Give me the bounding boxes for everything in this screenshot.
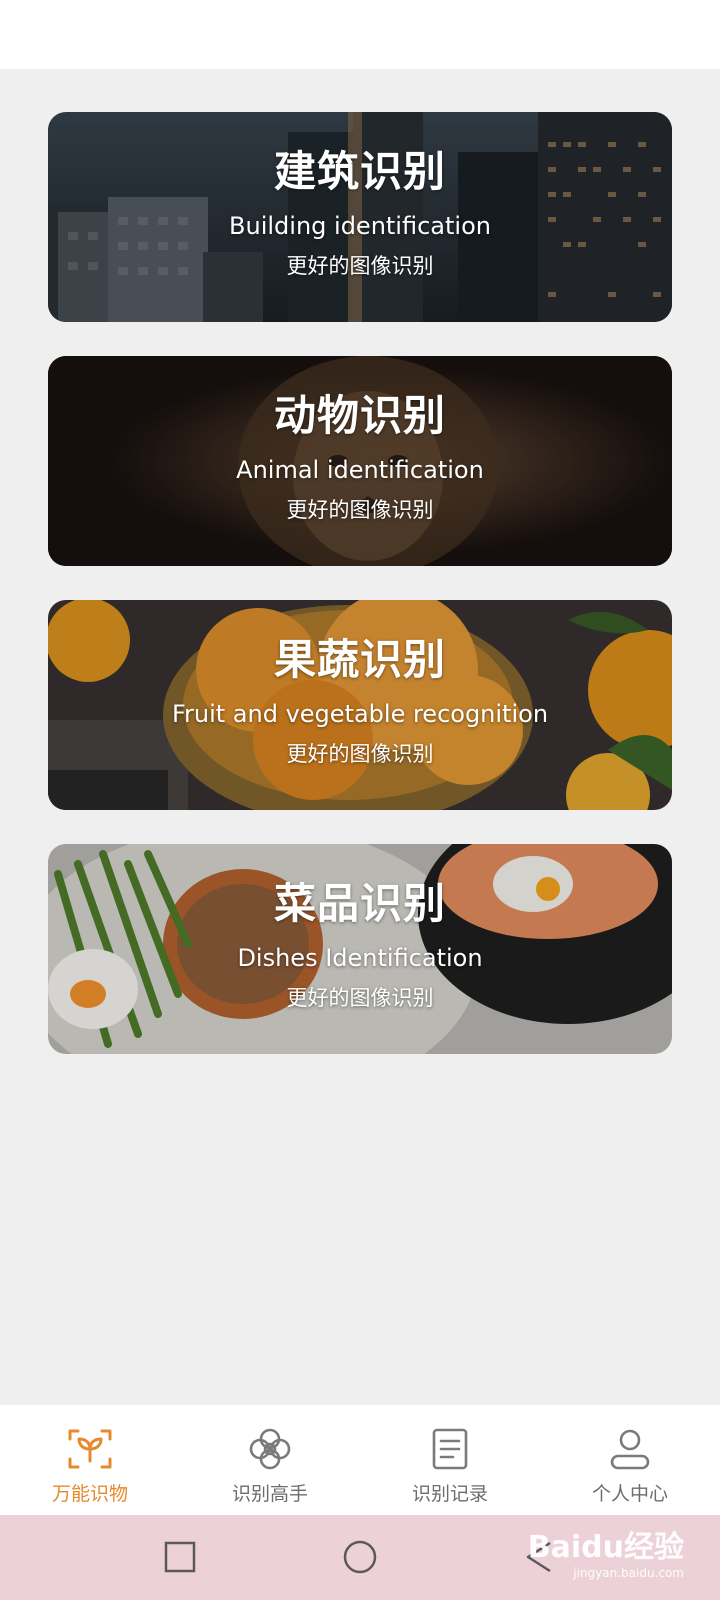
tab-label: 个人中心 — [591, 1483, 668, 1505]
card-tagline: 更好的图像识别 — [286, 498, 434, 522]
card-title: 菜品识别 — [273, 879, 446, 928]
recent-apps-square-icon[interactable] — [160, 1537, 200, 1577]
card-subtitle-en: Dishes Identification — [237, 944, 483, 972]
fruit-card-text: 果蔬识别 Fruit and vegetable recognition 更好的… — [48, 630, 672, 770]
tab-label: 万能识物 — [51, 1483, 128, 1505]
watermark-site: jingyan.baidu.com — [573, 1566, 684, 1580]
card-tagline: 更好的图像识别 — [286, 986, 434, 1010]
card-subtitle-en: Animal identification — [236, 456, 484, 484]
flower-icon — [249, 1428, 291, 1470]
tab-label: 识别记录 — [411, 1483, 488, 1505]
watermark-brand: Baidu经验 — [527, 1530, 684, 1565]
card-title: 果蔬识别 — [273, 635, 446, 684]
scan-sprout-icon — [68, 1429, 112, 1469]
dishes-card-text: 菜品识别 Dishes Identification 更好的图像识别 — [48, 874, 672, 1014]
dishes-recognition-card[interactable]: 菜品识别 Dishes Identification 更好的图像识别 — [48, 844, 672, 1054]
bottom-tab-bar: 万能识物 识别高手 识别记录 个人中心 — [0, 1405, 720, 1515]
document-list-icon — [432, 1428, 468, 1470]
tab-universal-recognition[interactable]: 万能识物 — [0, 1405, 180, 1515]
tab-recognition-expert[interactable]: 识别高手 — [180, 1405, 360, 1515]
animal-card-text: 动物识别 Animal identification 更好的图像识别 — [48, 386, 672, 526]
tab-personal-center[interactable]: 个人中心 — [540, 1405, 720, 1515]
person-icon — [610, 1429, 650, 1470]
building-recognition-card[interactable]: 建筑识别 Building identification 更好的图像识别 — [48, 112, 672, 322]
card-subtitle-en: Building identification — [229, 212, 491, 240]
fruit-vegetable-recognition-card[interactable]: 果蔬识别 Fruit and vegetable recognition 更好的… — [48, 600, 672, 810]
building-card-text: 建筑识别 Building identification 更好的图像识别 — [48, 142, 672, 282]
card-tagline: 更好的图像识别 — [286, 742, 434, 766]
animal-recognition-card[interactable]: 动物识别 Animal identification 更好的图像识别 — [48, 356, 672, 566]
tab-label: 识别高手 — [231, 1483, 308, 1505]
baidu-watermark: Baidu经验 jingyan.baidu.com — [528, 1531, 684, 1581]
status-bar-area — [0, 0, 720, 69]
card-title: 建筑识别 — [273, 147, 446, 196]
system-navigation-bar: Baidu经验 jingyan.baidu.com — [0, 1515, 720, 1600]
card-subtitle-en: Fruit and vegetable recognition — [171, 700, 549, 728]
home-circle-icon[interactable] — [340, 1537, 380, 1577]
tab-recognition-history[interactable]: 识别记录 — [360, 1405, 540, 1515]
card-title: 动物识别 — [273, 391, 446, 440]
card-tagline: 更好的图像识别 — [286, 254, 434, 278]
